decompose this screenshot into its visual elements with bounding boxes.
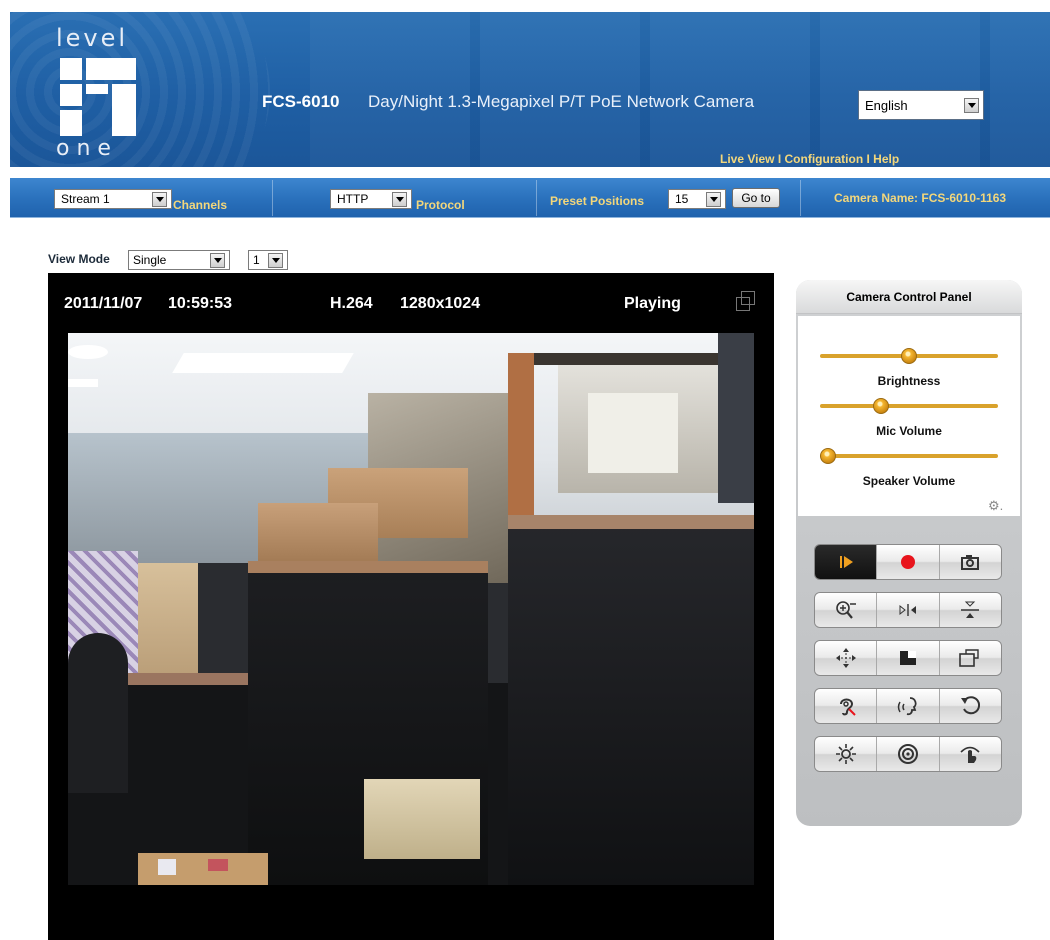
speaker-volume-slider-knob[interactable] [820, 448, 836, 464]
stream-value: Stream 1 [61, 192, 110, 206]
window-icon [899, 651, 916, 665]
snapshot-button[interactable] [939, 545, 1001, 579]
target-icon [897, 744, 918, 764]
brand-logo: level one [46, 24, 156, 164]
nav-separator: I [863, 152, 874, 166]
protocol-label: Protocol [416, 198, 465, 212]
playback-button-bar [814, 544, 1002, 580]
preset-select[interactable]: 15 [668, 189, 726, 209]
mic-volume-slider[interactable] [820, 404, 998, 408]
misc-button-bar [814, 736, 1002, 772]
video-time: 10:59:53 [168, 295, 233, 312]
play-button[interactable] [815, 545, 878, 579]
flip-horizontal-icon [899, 604, 916, 616]
camera-control-panel: Camera Control Panel Brightness Mic Volu… [796, 280, 1022, 826]
hand-pointer-icon [960, 746, 980, 763]
sun-icon [835, 744, 856, 764]
chevron-down-icon[interactable] [210, 252, 225, 268]
chevron-down-icon[interactable] [964, 97, 979, 113]
flip-vertical-button[interactable] [939, 593, 1001, 627]
chevron-down-icon[interactable] [268, 252, 283, 268]
help-link[interactable]: Help [873, 152, 899, 166]
video-status: Playing [624, 295, 681, 312]
window-mode-button[interactable] [877, 641, 940, 675]
move-arrows-icon [835, 648, 856, 668]
gear-icon[interactable]: ⚙. [988, 498, 1003, 514]
language-value: English [865, 97, 908, 113]
zoom-icon [835, 601, 856, 619]
preset-positions-label: Preset Positions [550, 194, 645, 208]
stream-select[interactable]: Stream 1 [54, 189, 172, 209]
brightness-label: Brightness [877, 374, 941, 388]
talk-button[interactable] [877, 689, 940, 723]
model-description: Day/Night 1.3-Megapixel P/T PoE Network … [368, 92, 755, 111]
video-resolution: 1280x1024 [400, 295, 481, 312]
fullscreen-icon[interactable] [736, 291, 756, 311]
model-name: FCS-6010 [262, 92, 340, 111]
configuration-link[interactable]: Configuration [785, 152, 864, 166]
logo-mark [60, 58, 138, 136]
view-mode-value: Single [133, 253, 167, 267]
digital-zoom-button[interactable] [815, 593, 878, 627]
speaker-volume-slider[interactable] [820, 454, 998, 458]
view-channel-value: 1 [253, 253, 260, 267]
view-mode-select[interactable]: Single [128, 250, 230, 270]
live-view-link[interactable]: Live View [720, 152, 774, 166]
goto-button[interactable]: Go to [732, 188, 780, 208]
live-video-image [68, 333, 754, 885]
protocol-value: HTTP [337, 192, 369, 206]
nav-separator: I [774, 152, 785, 166]
listen-button[interactable] [815, 689, 878, 723]
rotate-icon [961, 696, 981, 715]
record-button[interactable] [877, 545, 940, 579]
view-channel-select[interactable]: 1 [248, 250, 288, 270]
preset-value: 15 [675, 192, 689, 206]
chevron-down-icon[interactable] [392, 191, 407, 207]
video-codec: H.264 [330, 295, 373, 312]
click-to-center-button[interactable] [939, 737, 1001, 771]
fullscreen-icon [959, 649, 980, 667]
flip-vertical-icon [961, 601, 980, 618]
audio-button-bar [814, 688, 1002, 724]
logo-top-text: level [56, 24, 129, 52]
toolbar-divider [536, 180, 537, 216]
view-mode-label: View Mode [48, 252, 110, 266]
toolbar-divider [800, 180, 801, 216]
chevron-down-icon[interactable] [152, 191, 167, 207]
camera-name: Camera Name: FCS-6010-1163 [834, 191, 1007, 205]
brightness-slider-knob[interactable] [901, 348, 917, 364]
focus-button[interactable] [877, 737, 940, 771]
page-header: level one FCS-6010 Day/Night 1.3-Megapix… [10, 12, 1050, 167]
play-icon [839, 556, 853, 568]
camera-icon [961, 555, 980, 570]
video-date: 2011/11/07 [64, 295, 143, 312]
adjustment-section: Brightness Mic Volume Speaker Volume ⚙. [798, 316, 1020, 516]
fullscreen-button[interactable] [939, 641, 1001, 675]
zoom-button-bar [814, 592, 1002, 628]
channels-label: Channels [173, 198, 228, 212]
chevron-down-icon[interactable] [706, 191, 721, 207]
pan-tilt-button-bar [814, 640, 1002, 676]
language-select[interactable]: English [858, 90, 984, 120]
protocol-select[interactable]: HTTP [330, 189, 412, 209]
logo-bottom-text: one [56, 136, 118, 161]
video-player[interactable]: 2011/11/07 10:59:53 H.264 1280x1024 Play… [48, 273, 774, 940]
speaker-volume-label: Speaker Volume [862, 474, 956, 488]
toolbar-divider [272, 180, 273, 216]
flip-horizontal-button[interactable] [877, 593, 940, 627]
ear-muted-icon [839, 698, 856, 716]
mic-volume-slider-knob[interactable] [873, 398, 890, 414]
stream-toolbar: Stream 1 Channels HTTP Protocol Preset P… [10, 178, 1050, 218]
top-nav-links: Live View I Configuration I Help [720, 152, 899, 166]
mic-volume-label: Mic Volume [876, 424, 942, 438]
speak-icon [897, 697, 917, 716]
rotate-button[interactable] [939, 689, 1001, 723]
record-icon [900, 555, 915, 569]
panel-title: Camera Control Panel [796, 280, 1022, 314]
light-button[interactable] [815, 737, 878, 771]
pan-tilt-button[interactable] [815, 641, 878, 675]
